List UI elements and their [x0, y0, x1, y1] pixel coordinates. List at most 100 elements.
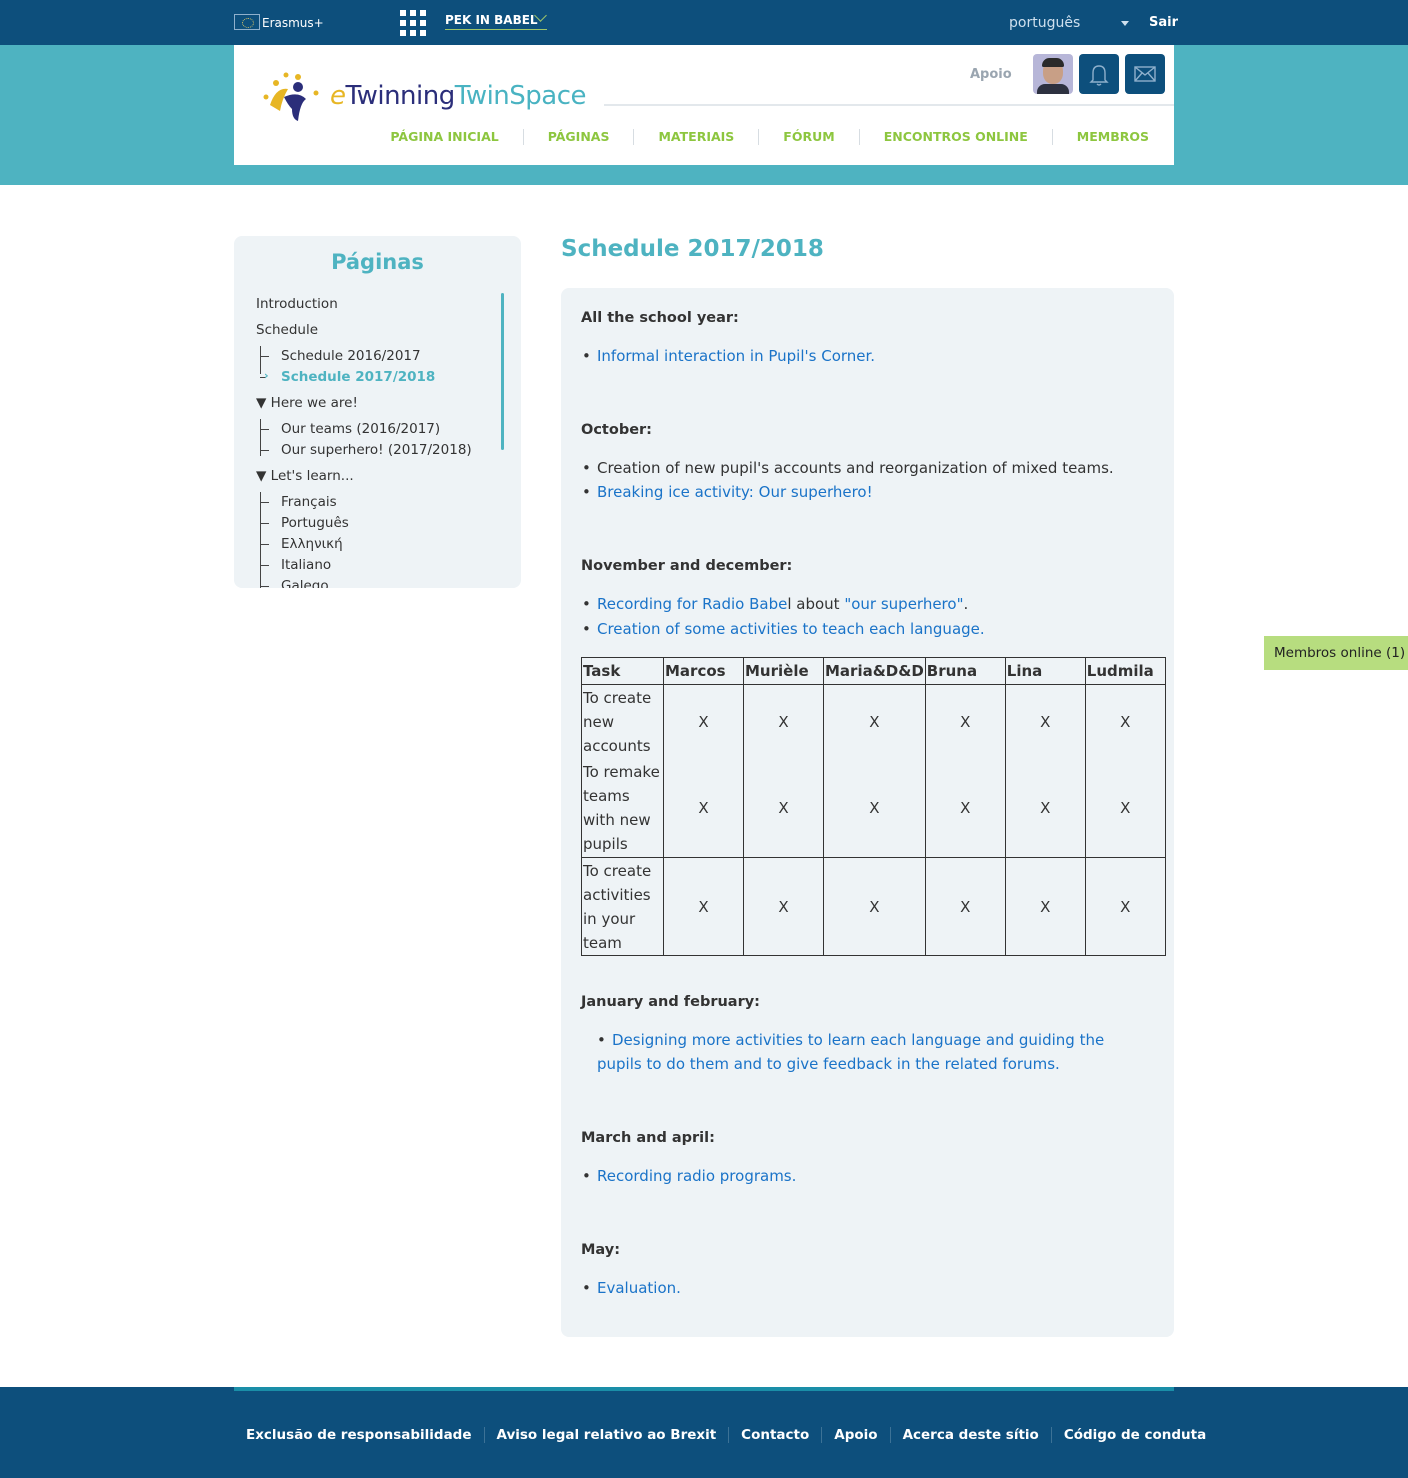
tree-line — [260, 492, 261, 588]
column-header: Lina — [1004, 657, 1086, 685]
footer-link-support[interactable]: Apoio — [821, 1427, 889, 1443]
sidebar-item-schedule[interactable]: Schedule — [256, 322, 318, 338]
logo-wordmark: eTwinningTwinSpace — [330, 81, 587, 111]
page-title: Schedule 2017/2018 — [561, 236, 824, 262]
tree-tick — [260, 429, 269, 430]
column-header: Bruna — [924, 657, 1006, 685]
table-cell: X — [924, 684, 1006, 760]
table-cell: X — [743, 857, 824, 956]
tree-tick — [260, 586, 269, 587]
footer-link-about[interactable]: Acerca deste sítio — [889, 1427, 1051, 1443]
current-page-arrow-icon: › — [264, 369, 269, 382]
breaking-ice-link[interactable]: Breaking ice activity: Our superhero! — [597, 483, 873, 501]
sidebar-scrollbar[interactable] — [501, 293, 504, 450]
sidebar-item-our-superhero[interactable]: Our superhero! (2017/2018) — [281, 442, 472, 458]
list-item: Informal interaction in Pupil's Corner. — [582, 347, 875, 365]
etwinning-logo[interactable]: eTwinningTwinSpace — [258, 67, 587, 127]
top-bar: Erasmus+ PEK IN BABEL português Sair — [0, 0, 1408, 45]
table-cell: X — [1004, 857, 1086, 956]
sidebar-item-ellinika[interactable]: Ελληνική — [281, 536, 343, 552]
teach-language-activities-link[interactable]: Creation of some activities to teach eac… — [597, 620, 985, 638]
column-header: Maria&D&D — [823, 657, 926, 685]
sidebar-item-schedule-2016-2017[interactable]: Schedule 2016/2017 — [281, 348, 421, 364]
task-cell: To create activities in your team — [581, 857, 664, 956]
page-content: All the school year: Informal interactio… — [561, 288, 1174, 1337]
nav-online-meetings[interactable]: ENCONTROS ONLINE — [858, 129, 1052, 145]
pages-sidebar: Páginas Introduction Schedule Schedule 2… — [234, 236, 521, 588]
nav-materials[interactable]: MATERIAIS — [633, 129, 758, 145]
table-row: To create activities in your team X X X … — [581, 857, 1166, 956]
list-item: Evaluation. — [582, 1279, 681, 1297]
column-header: Murièle — [743, 657, 824, 685]
footer-accent-line — [234, 1387, 1174, 1391]
footer: Exclusão de responsabilidade Aviso legal… — [0, 1387, 1408, 1478]
table-cell: X — [1084, 684, 1166, 760]
table-row: To remake teams with new pupils X X X X … — [581, 759, 1166, 858]
table-header-row: Task Marcos Murièle Maria&D&D Bruna Lina… — [581, 657, 1166, 685]
sidebar-item-italiano[interactable]: Italiano — [281, 557, 331, 573]
footer-links: Exclusão de responsabilidade Aviso legal… — [234, 1427, 1218, 1443]
tree-tick — [260, 356, 269, 357]
sidebar-item-here-we-are[interactable]: ▼ Here we are! — [256, 395, 358, 411]
table-cell: X — [1084, 759, 1166, 858]
bell-icon — [1089, 65, 1109, 86]
table-cell: X — [924, 857, 1006, 956]
eu-flag-icon — [234, 14, 260, 30]
section-heading: November and december: — [581, 558, 793, 574]
envelope-icon — [1134, 66, 1156, 82]
sidebar-item-francais[interactable]: Français — [281, 494, 337, 510]
user-avatar[interactable] — [1033, 54, 1073, 94]
evaluation-link[interactable]: Evaluation. — [597, 1279, 681, 1297]
column-header: Task — [581, 657, 664, 685]
sidebar-item-lets-learn[interactable]: ▼ Let's learn... — [256, 468, 354, 484]
nav-forum[interactable]: FÓRUM — [758, 129, 858, 145]
schedule-table: Task Marcos Murièle Maria&D&D Bruna Lina… — [581, 657, 1166, 956]
tree-line — [260, 346, 261, 374]
erasmus-logo[interactable]: Erasmus+ — [234, 14, 324, 30]
sidebar-item-galego[interactable]: Galego — [281, 578, 329, 588]
project-selector[interactable]: PEK IN BABEL — [445, 9, 547, 30]
footer-link-brexit-notice[interactable]: Aviso legal relativo ao Brexit — [483, 1427, 729, 1443]
language-selector[interactable]: português — [1009, 15, 1129, 31]
sidebar-item-portugues[interactable]: Português — [281, 515, 349, 531]
sidebar-item-schedule-2017-2018[interactable]: Schedule 2017/2018 — [281, 369, 435, 385]
column-header: Ludmila — [1084, 657, 1166, 685]
pupils-corner-link[interactable]: Informal interaction in Pupil's Corner. — [597, 347, 875, 365]
list-item-text: l about — [787, 595, 845, 613]
table-cell: X — [743, 684, 824, 760]
tree-tick — [260, 523, 269, 524]
column-header: Marcos — [663, 657, 744, 685]
footer-link-disclaimer[interactable]: Exclusão de responsabilidade — [234, 1427, 484, 1443]
table-cell: X — [823, 759, 926, 858]
nav-members[interactable]: MEMBROS — [1051, 129, 1174, 145]
task-cell: To remake teams with new pupils — [581, 759, 664, 858]
nav-pages[interactable]: PÁGINAS — [522, 129, 634, 145]
task-cell: To create new accounts — [581, 684, 664, 760]
our-superhero-link[interactable]: "our superhero" — [844, 595, 963, 613]
list-item: Designing more activities to learn each … — [582, 1028, 1107, 1076]
online-members-tab[interactable]: Membros online (1) — [1264, 636, 1408, 670]
recording-radio-link[interactable]: Recording radio programs. — [597, 1167, 796, 1185]
designing-activities-link[interactable]: Designing more activities to learn each … — [597, 1031, 1104, 1073]
sidebar-item-our-teams[interactable]: Our teams (2016/2017) — [281, 421, 440, 437]
table-cell: X — [1004, 684, 1086, 760]
nav-home[interactable]: PÁGINA INICIAL — [366, 129, 522, 145]
section-heading: May: — [581, 1242, 621, 1258]
section-heading: January and february: — [581, 994, 760, 1010]
section-heading: All the school year: — [581, 310, 739, 326]
footer-link-contact[interactable]: Contacto — [728, 1427, 821, 1443]
sidebar-item-introduction[interactable]: Introduction — [256, 296, 338, 312]
list-item: Creation of some activities to teach eac… — [582, 620, 985, 638]
support-link[interactable]: Apoio — [970, 67, 1012, 82]
notifications-button[interactable] — [1079, 54, 1119, 94]
messages-button[interactable] — [1125, 54, 1165, 94]
list-item: Breaking ice activity: Our superhero! — [582, 483, 873, 501]
apps-grid-icon[interactable] — [400, 10, 426, 36]
logout-link[interactable]: Sair — [1149, 15, 1178, 30]
header-divider — [604, 104, 1174, 106]
radio-babel-link[interactable]: Recording for Radio Babe — [597, 595, 787, 613]
table-cell: X — [924, 759, 1006, 858]
footer-link-code-of-conduct[interactable]: Código de conduta — [1050, 1427, 1218, 1443]
section-heading: October: — [581, 422, 652, 438]
table-cell: X — [663, 857, 744, 956]
